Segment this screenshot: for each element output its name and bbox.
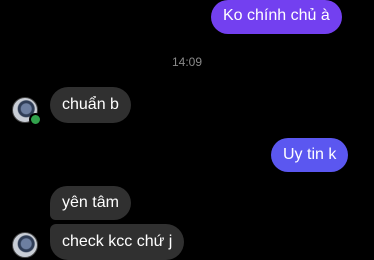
message-bubble-outgoing[interactable]: Ko chính chủ à <box>211 0 342 34</box>
message-timestamp: 14:09 <box>171 55 203 69</box>
message-bubble-incoming[interactable]: chuẩn b <box>50 87 131 123</box>
message-bubble-incoming[interactable]: yên tâm <box>50 186 131 220</box>
contact-avatar-icon[interactable] <box>12 232 38 258</box>
message-bubble-incoming[interactable]: check kcc chứ j <box>50 224 185 260</box>
message-bubble-outgoing[interactable]: Uy tin k <box>271 138 349 172</box>
online-status-indicator <box>29 113 42 126</box>
